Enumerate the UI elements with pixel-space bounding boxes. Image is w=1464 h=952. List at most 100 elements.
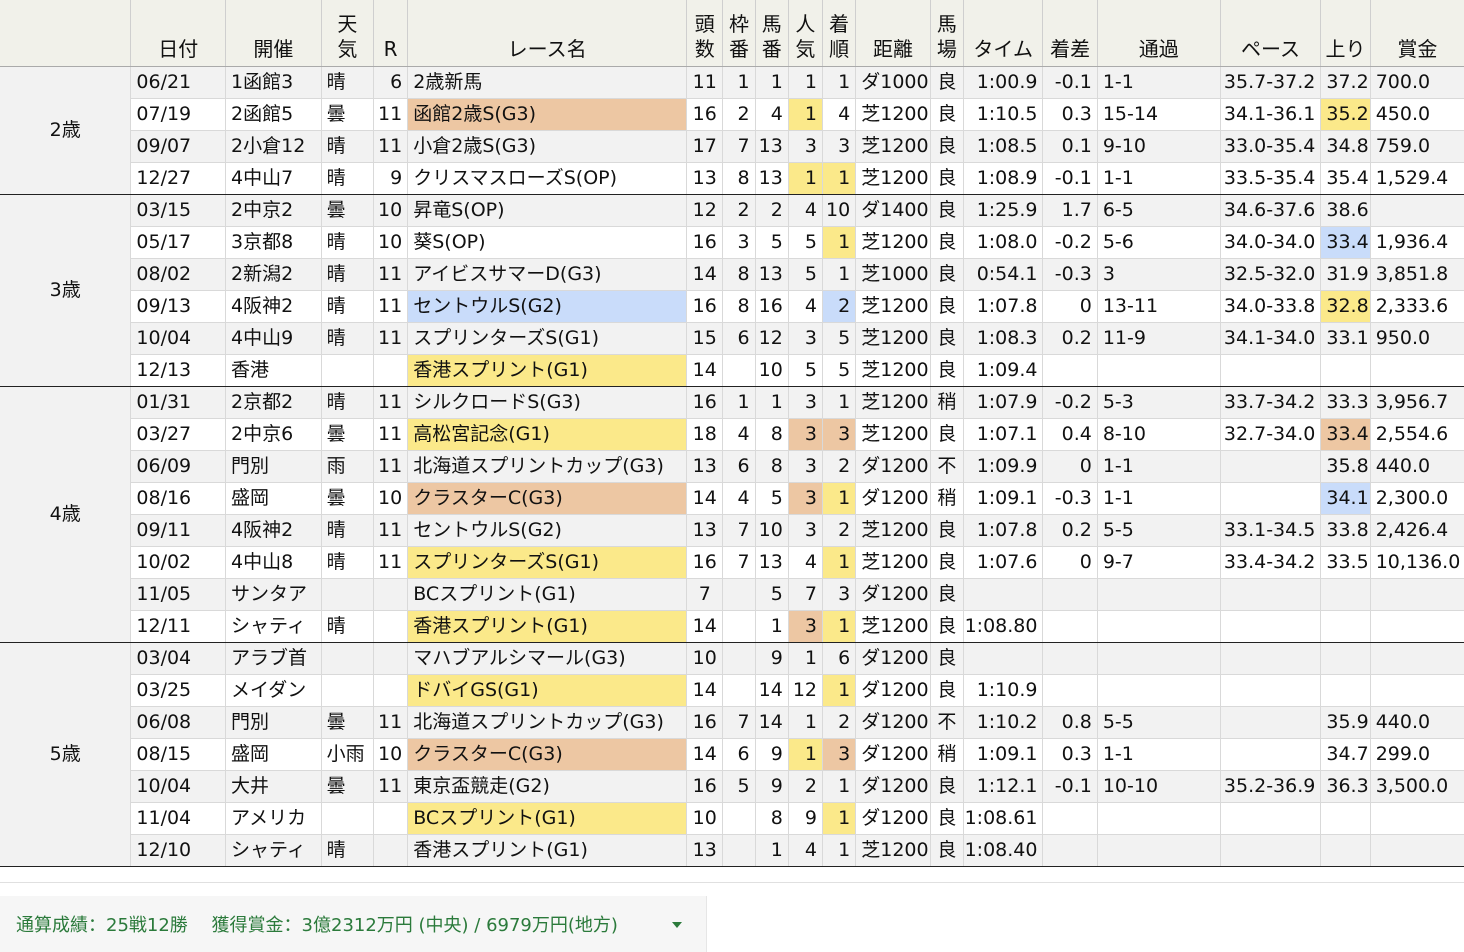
cell-frame: 6: [722, 322, 756, 355]
table-row[interactable]: 4歳 01/31 2京都2 晴 11 シルクロードS(G3) 16 1 1 3 1 芝1200 稍 1:0…: [0, 386, 1464, 643]
cell-pace: 33.7-34.2: [1219, 386, 1321, 419]
cell-finish: 3: [822, 578, 856, 611]
table-row[interactable]: 06/09 門別雨 11 北海道スプリントカップ(G3) 13 6 8 3 2 ダ1200 不 1:0…: [0, 450, 1464, 483]
table-row[interactable]: 06/08 門別曇 11 北海道スプリントカップ(G3) 16 7 14 1 2 ダ1200 不 1:…: [0, 706, 1464, 739]
table-row[interactable]: 11/04 アメリカ BCスプリント(G1) 10 8 9 1 ダ1200 良 1:08.61: [0, 802, 1464, 835]
header-passing[interactable]: 通過: [1096, 0, 1221, 67]
cell-race-name[interactable]: 小倉2歳S(G3): [407, 130, 687, 163]
cell-race-name[interactable]: クラスターC(G3): [407, 738, 687, 771]
cell-race-name[interactable]: 函館2歳S(G3): [407, 98, 687, 131]
cell-race-name[interactable]: クラスターC(G3): [407, 482, 687, 515]
cell-runners: 17: [686, 130, 723, 163]
cell-race-name[interactable]: アイビスサマーD(G3): [407, 258, 687, 291]
cell-race-name[interactable]: セントウルS(G2): [407, 514, 687, 547]
cell-pace: [1219, 642, 1321, 675]
cell-last3f: 33.1: [1320, 322, 1371, 355]
header-runners[interactable]: 頭 数: [686, 0, 723, 67]
cell-pace: 34.6-37.6: [1219, 194, 1321, 227]
cell-race-name[interactable]: BCスプリント(G1): [407, 578, 687, 611]
cell-horse-number: 5: [754, 482, 789, 515]
header-frame[interactable]: 枠 番: [722, 0, 756, 67]
header-race-name[interactable]: レース名: [407, 0, 687, 67]
cell-race-number: [373, 610, 408, 643]
table-row[interactable]: 09/13 4阪神2 晴 11 セントウルS(G2) 16 8 16 4 2 芝1200 良 1:07.…: [0, 290, 1464, 323]
table-row[interactable]: 12/11 シャティ晴香港スプリント(G1) 14 1 3 1 芝1200 良 1:08.80: [0, 610, 1464, 643]
cell-race-name[interactable]: マハブアルシマール(G3): [407, 642, 687, 675]
cell-race-name[interactable]: クリスマスローズS(OP): [407, 162, 687, 195]
cell-horse-number: 14: [754, 706, 789, 739]
footer: 通算成績：25戦12勝 獲得賞金：3億2312万円 (中央) / 6979万円(…: [0, 882, 1464, 952]
table-row[interactable]: 11/05 サンタア BCスプリント(G1) 7 5 7 3 ダ1200 良: [0, 578, 1464, 611]
header-prize[interactable]: 賞金: [1369, 0, 1464, 67]
header-pace[interactable]: ペース: [1219, 0, 1321, 67]
cell-race-name[interactable]: 2歳新馬: [407, 66, 687, 99]
header-horse-number[interactable]: 馬 番: [754, 0, 789, 67]
table-row[interactable]: 03/27 2中京6 曇 11 高松宮記念(G1) 18 4 8 3 3 芝1200 良 1:07.1 0…: [0, 418, 1464, 451]
cell-date: 12/13: [130, 354, 226, 387]
cell-frame: [722, 642, 756, 675]
cell-passing: 5-5: [1096, 706, 1221, 739]
cell-frame: 7: [722, 514, 756, 547]
cell-race-name[interactable]: スプリンターズS(G1): [407, 546, 687, 579]
cell-time: 1:25.9: [962, 194, 1043, 227]
cell-race-name[interactable]: シルクロードS(G3): [407, 386, 687, 419]
header-popularity[interactable]: 人 気: [787, 0, 823, 67]
table-row[interactable]: 03/25 メイダン ドバイGS(G1) 14 14 12 1 ダ1200 良 1:10.9: [0, 674, 1464, 707]
cell-time: 1:09.9: [962, 450, 1043, 483]
header-date[interactable]: 日付: [130, 0, 226, 67]
table-row[interactable]: 07/19 2函館5 曇 11 函館2歳S(G3) 16 2 4 1 4 芝1200 良 1:10.5 0…: [0, 98, 1464, 131]
cell-venue: 3京都8: [225, 226, 322, 259]
header-margin[interactable]: 着差: [1042, 0, 1098, 67]
cell-time: 1:10.9: [962, 674, 1043, 707]
cell-race-name[interactable]: 香港スプリント(G1): [407, 354, 687, 387]
cell-race-name[interactable]: セントウルS(G2): [407, 290, 687, 323]
cell-race-name[interactable]: 東京盃競走(G2): [407, 770, 687, 803]
cell-race-number: [373, 642, 408, 675]
chevron-down-icon[interactable]: [672, 922, 682, 928]
cell-passing: 1-1: [1096, 66, 1221, 99]
table-row[interactable]: 10/02 4中山8 晴 11 スプリンターズS(G1) 16 7 13 4 1 芝1200 良 1:0…: [0, 546, 1464, 579]
table-row[interactable]: 09/07 2小倉12 晴 11 小倉2歳S(G3) 17 7 13 3 3 芝1200 良 1:08.…: [0, 130, 1464, 163]
cell-horse-number: 1: [754, 66, 789, 99]
table-row[interactable]: 08/02 2新潟2 晴 11 アイビスサマーD(G3) 14 8 13 5 1 芝1000 良 0:5…: [0, 258, 1464, 291]
cell-distance: 芝1200: [855, 514, 931, 547]
header-race-number[interactable]: R: [373, 0, 408, 67]
cell-race-name[interactable]: ドバイGS(G1): [407, 674, 687, 707]
header-distance[interactable]: 距離: [855, 0, 931, 67]
cell-race-name[interactable]: スプリンターズS(G1): [407, 322, 687, 355]
cell-race-name[interactable]: 香港スプリント(G1): [407, 834, 687, 867]
table-row[interactable]: 05/17 3京都8 晴 10 葵S(OP) 16 3 5 5 1 芝1200 良 1:08.0 -0.2…: [0, 226, 1464, 259]
header-finish[interactable]: 着 順: [822, 0, 856, 67]
cell-pace: [1219, 610, 1321, 643]
cell-race-name[interactable]: 葵S(OP): [407, 226, 687, 259]
table-row[interactable]: 09/11 4阪神2 晴 11 セントウルS(G2) 13 7 10 3 2 芝1200 良 1:07.…: [0, 514, 1464, 547]
cell-race-name[interactable]: 昇竜S(OP): [407, 194, 687, 227]
header-venue[interactable]: 開催: [225, 0, 322, 67]
header-weather[interactable]: 天 気: [320, 0, 374, 67]
table-row[interactable]: 10/04 大井曇 11 東京盃競走(G2) 16 5 9 2 1 ダ1200 良 1:12.1 -0.…: [0, 770, 1464, 803]
table-row[interactable]: 12/27 4中山7 晴 9 クリスマスローズS(OP) 13 8 13 1 1 芝1200 良 1:0…: [0, 162, 1464, 195]
cell-race-name[interactable]: 香港スプリント(G1): [407, 610, 687, 643]
cell-prize: 1,936.4: [1369, 226, 1464, 259]
header-last3f[interactable]: 上り: [1320, 0, 1371, 67]
table-row[interactable]: 10/04 4中山9 晴 11 スプリンターズS(G1) 15 6 12 3 5 芝1200 良 1:0…: [0, 322, 1464, 355]
cell-runners: 12: [686, 194, 723, 227]
cell-race-name[interactable]: 北海道スプリントカップ(G3): [407, 450, 687, 483]
cell-weather: 曇: [320, 706, 374, 739]
cell-weather: 小雨: [320, 738, 374, 771]
table-row[interactable]: 12/13 香港 香港スプリント(G1) 14 10 5 5 芝1200 良 1:09.4: [0, 354, 1464, 387]
table-row[interactable]: 3歳 03/15 2中京2 曇 10 昇竜S(OP) 12 2 2 4 10 ダ1400 良 1:25.9…: [0, 194, 1464, 387]
table-row[interactable]: 5歳 03/04 アラブ首 マハブアルシマール(G3) 10 9 1 6 ダ1200 良: [0, 642, 1464, 867]
cell-race-name[interactable]: BCスプリント(G1): [407, 802, 687, 835]
cell-race-name[interactable]: 北海道スプリントカップ(G3): [407, 706, 687, 739]
header-time[interactable]: タイム: [962, 0, 1043, 67]
table-row[interactable]: 12/10 シャティ晴香港スプリント(G1) 13 1 4 1 芝1200 良 1:08.40: [0, 834, 1464, 867]
table-row[interactable]: 08/16 盛岡曇 10 クラスターC(G3) 14 4 5 3 1 ダ1200 稍 1:09.1 -0…: [0, 482, 1464, 515]
cell-race-name[interactable]: 高松宮記念(G1): [407, 418, 687, 451]
header-track[interactable]: 馬 場: [929, 0, 964, 67]
cell-track: 良: [929, 130, 964, 163]
cell-distance: ダ1200: [855, 738, 931, 771]
table-row[interactable]: 08/15 盛岡 小雨 10 クラスターC(G3) 14 6 9 1 3 ダ1200 稍 1:09.1 0…: [0, 738, 1464, 771]
table-row[interactable]: 2歳 06/21 1函館3 晴 6 2歳新馬 11 1 1 1 1 ダ1000 良 1:00.9 -0.1 1…: [0, 66, 1464, 195]
cell-race-number: 11: [373, 418, 408, 451]
